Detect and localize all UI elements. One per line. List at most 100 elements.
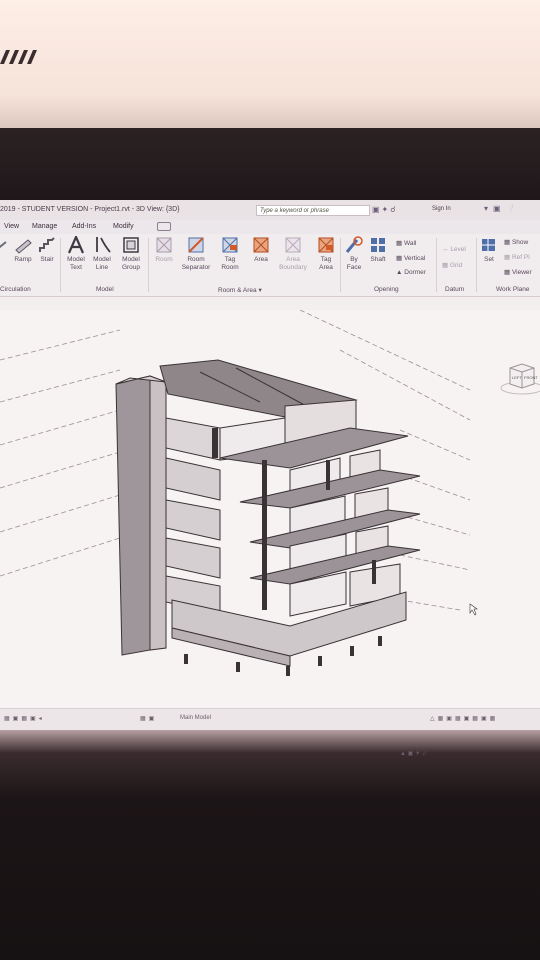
tag-area-icon <box>318 237 334 253</box>
room-separator-label: Room Separator <box>181 256 211 271</box>
set-workplane-button[interactable]: Set <box>478 236 500 264</box>
stair-icon <box>39 237 55 252</box>
window-control-icons[interactable]: ▾▣❔ <box>484 204 521 213</box>
wall-opening-button[interactable]: ▦ Wall <box>396 239 416 247</box>
room-button[interactable]: Room <box>152 236 176 264</box>
level-label: Level <box>450 246 466 253</box>
area-button[interactable]: Area <box>248 236 274 264</box>
panel-separator <box>476 238 477 292</box>
model-text-label: Model Text <box>67 256 85 271</box>
dormer-opening-icon: ▲ <box>396 269 405 276</box>
panel-model-label: Model <box>96 286 114 293</box>
area-boundary-button[interactable]: Area Boundary <box>276 236 310 272</box>
model-text-button[interactable]: Model Text <box>63 236 89 272</box>
sign-in-link[interactable]: Sign In <box>432 206 451 212</box>
ribbon-tabs: View Manage Add-Ins Modify <box>0 220 540 234</box>
mouse-cursor-icon <box>469 603 478 616</box>
level-button[interactable]: ↔ Level <box>442 246 466 253</box>
ref-plane-icon: ▦ <box>504 254 512 261</box>
area-boundary-icon <box>285 237 301 253</box>
title-bar: 2019 - STUDENT VERSION - Project1.rvt - … <box>0 200 540 221</box>
search-input[interactable]: Type a keyword or phrase <box>256 205 370 216</box>
viewer-button[interactable]: ▦ Viewer <box>504 268 532 276</box>
stair-button[interactable]: Stair <box>36 236 58 264</box>
floor-levels <box>165 399 421 667</box>
tab-view[interactable]: View <box>4 223 19 230</box>
3d-viewport[interactable]: LEFT FRONT <box>0 309 540 710</box>
monitor-bezel-bottom: ▲ ▣ ☀ ♫ <box>0 730 540 960</box>
panel-datum-label: Datum <box>445 286 465 293</box>
background-wall <box>0 0 540 135</box>
panel-opening-label: Opening <box>374 286 399 293</box>
railing-button[interactable] <box>0 236 7 256</box>
model-group-button[interactable]: Model Group <box>117 236 145 272</box>
tag-room-button[interactable]: Tag Room <box>216 236 244 272</box>
viewcube-front-label: FRONT <box>524 375 538 380</box>
ref-plane-label: Ref Pl <box>511 254 530 261</box>
by-face-button[interactable]: By Face <box>342 236 366 272</box>
status-tool-icons[interactable]: ▦▣ <box>140 715 157 722</box>
tag-area-button[interactable]: Tag Area <box>312 236 340 272</box>
active-model-status: Main Model <box>180 715 212 721</box>
shaft-label: Shaft <box>370 256 386 263</box>
by-face-icon <box>345 236 363 253</box>
vertical-opening-label: Vertical <box>403 255 426 262</box>
dormer-opening-label: Dormer <box>404 269 426 276</box>
ref-plane-button[interactable]: ▦ Ref Pl <box>504 253 530 261</box>
tag-room-label: Tag Room <box>221 256 239 271</box>
panel-room-area-label[interactable]: Room & Area ▾ <box>218 286 262 294</box>
panel-circulation-label: Circulation <box>0 286 31 293</box>
wall-opening-label: Wall <box>403 240 417 247</box>
tab-add-ins[interactable]: Add-Ins <box>72 223 96 230</box>
ramp-icon <box>15 239 32 254</box>
show-workplane-label: Show <box>511 239 529 246</box>
tag-room-icon <box>222 237 238 253</box>
monitor-bezel-top <box>0 128 540 202</box>
panel-work-plane-label: Work Plane <box>496 286 530 293</box>
logo-mark-icon <box>0 50 37 64</box>
infocenter-icons[interactable]: ▣✦☌ <box>372 205 398 214</box>
model-text-icon <box>67 236 85 254</box>
model-line-label: Model Line <box>93 256 111 271</box>
vertical-opening-button[interactable]: ▦ Vertical <box>396 254 425 262</box>
room-separator-icon <box>188 237 204 253</box>
room-icon <box>156 237 172 253</box>
show-workplane-icon: ▦ <box>504 239 512 246</box>
room-separator-button[interactable]: Room Separator <box>178 236 214 272</box>
shaft-button[interactable]: Shaft <box>366 236 390 264</box>
viewer-label: Viewer <box>511 269 532 276</box>
panel-separator <box>60 238 61 292</box>
grid-icon: ▦ <box>442 262 450 269</box>
stair-core <box>115 375 167 656</box>
tag-area-label: Tag Area <box>319 256 333 271</box>
application-screen: 2019 - STUDENT VERSION - Project1.rvt - … <box>0 200 540 730</box>
vertical-opening-icon: ▦ <box>396 255 404 262</box>
model-group-icon <box>123 237 139 253</box>
show-workplane-button[interactable]: ▦ Show <box>504 238 528 246</box>
ramp-button[interactable]: Ramp <box>10 236 36 264</box>
area-boundary-label: Area Boundary <box>279 256 307 271</box>
grid-button[interactable]: ▦ Grid <box>442 261 462 269</box>
viewcube-left-label: LEFT <box>512 375 522 380</box>
tab-options-icon[interactable] <box>157 222 171 231</box>
viewcube[interactable]: LEFT FRONT <box>500 358 540 398</box>
view-control-icons[interactable]: ▦▣▦▣◂ <box>4 715 45 722</box>
area-label: Area <box>254 256 268 263</box>
building-model <box>0 309 478 676</box>
model-line-button[interactable]: Model Line <box>89 236 115 272</box>
tab-manage[interactable]: Manage <box>32 223 57 230</box>
tab-modify[interactable]: Modify <box>113 223 134 230</box>
ribbon: Ramp Stair Circulation Model Text Model … <box>0 234 540 297</box>
panel-separator <box>436 238 437 292</box>
wall-opening-icon: ▦ <box>396 240 404 247</box>
selection-filter-icons[interactable]: △▦▣▦▣▦▣▦ <box>430 715 498 722</box>
ramp-label: Ramp <box>14 256 32 263</box>
room-label: Room <box>155 256 173 263</box>
dormer-opening-button[interactable]: ▲ Dormer <box>396 269 426 276</box>
taskbar-tray-icons: ▲ ▣ ☀ ♫ <box>400 751 427 757</box>
window-title: 2019 - STUDENT VERSION - Project1.rvt - … <box>0 206 180 213</box>
viewer-icon: ▦ <box>504 269 512 276</box>
panel-separator <box>340 238 341 292</box>
area-icon <box>253 237 269 253</box>
set-workplane-icon <box>482 239 495 251</box>
